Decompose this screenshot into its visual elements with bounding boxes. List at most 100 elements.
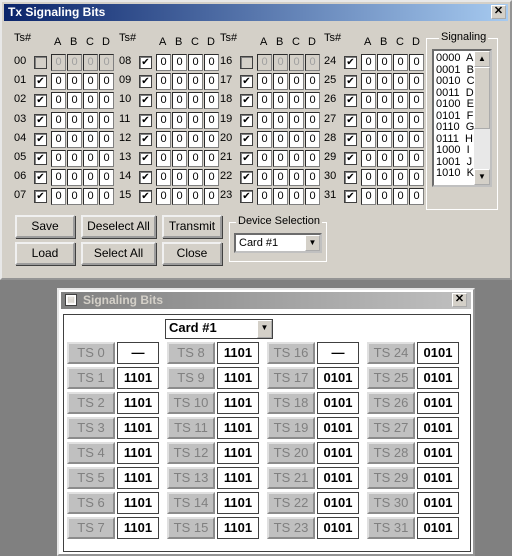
- bit-field[interactable]: 0: [204, 54, 219, 71]
- bit-field[interactable]: 0: [204, 111, 219, 129]
- bit-field[interactable]: 0: [51, 150, 66, 167]
- bit-field[interactable]: 0: [289, 92, 304, 110]
- timeslot-button[interactable]: TS 23: [267, 517, 315, 539]
- bit-field[interactable]: 0: [51, 111, 66, 129]
- bit-field[interactable]: 0: [257, 169, 272, 187]
- bit-field[interactable]: 0: [83, 169, 98, 187]
- bit-field[interactable]: 0: [305, 150, 320, 167]
- timeslot-button[interactable]: TS 14: [167, 492, 215, 514]
- bit-field[interactable]: 0: [409, 54, 424, 71]
- bit-field[interactable]: 0: [83, 73, 98, 91]
- timeslot-button[interactable]: TS 1: [67, 367, 115, 389]
- timeslot-button[interactable]: TS 11: [167, 417, 215, 439]
- bit-field[interactable]: 0: [204, 73, 219, 91]
- bit-field[interactable]: 0: [257, 54, 272, 71]
- device-select[interactable]: Card #1 ▼: [234, 233, 322, 253]
- timeslot-checkbox[interactable]: ✔: [34, 190, 47, 204]
- bit-field[interactable]: 0: [409, 111, 424, 129]
- signaling-scrollbar[interactable]: ▲ ▼: [474, 51, 490, 185]
- bit-field[interactable]: 0: [377, 150, 392, 167]
- timeslot-checkbox[interactable]: ✔: [139, 113, 152, 127]
- bit-field[interactable]: 0: [305, 54, 320, 71]
- bit-field[interactable]: 0: [51, 169, 66, 187]
- bit-field[interactable]: 0: [273, 188, 288, 206]
- bit-field[interactable]: 0: [393, 169, 408, 187]
- bit-field[interactable]: 0: [83, 188, 98, 206]
- timeslot-checkbox[interactable]: ✔: [344, 132, 357, 146]
- bit-field[interactable]: 0: [409, 188, 424, 206]
- timeslot-button[interactable]: TS 5: [67, 467, 115, 489]
- timeslot-button[interactable]: TS 18: [267, 392, 315, 414]
- bit-field[interactable]: 0: [99, 150, 114, 167]
- bit-field[interactable]: 0: [361, 150, 376, 167]
- bit-field[interactable]: 0: [409, 73, 424, 91]
- timeslot-button[interactable]: TS 17: [267, 367, 315, 389]
- bit-field[interactable]: 0: [257, 150, 272, 167]
- timeslot-button[interactable]: TS 30: [367, 492, 415, 514]
- timeslot-button[interactable]: TS 2: [67, 392, 115, 414]
- bit-field[interactable]: 0: [188, 188, 203, 206]
- timeslot-checkbox[interactable]: ✔: [34, 113, 47, 127]
- bit-field[interactable]: 0: [156, 92, 171, 110]
- timeslot-button[interactable]: TS 24: [367, 342, 415, 364]
- bit-field[interactable]: 0: [393, 188, 408, 206]
- bit-field[interactable]: 0: [172, 188, 187, 206]
- scroll-thumb[interactable]: [474, 67, 490, 129]
- bit-field[interactable]: 0: [273, 54, 288, 71]
- bit-field[interactable]: 0: [393, 73, 408, 91]
- close-icon[interactable]: ✕: [491, 5, 506, 19]
- bit-field[interactable]: 0: [273, 92, 288, 110]
- timeslot-button[interactable]: TS 15: [167, 517, 215, 539]
- bit-field[interactable]: 0: [393, 111, 408, 129]
- bit-field[interactable]: 0: [361, 169, 376, 187]
- bit-field[interactable]: 0: [273, 111, 288, 129]
- bit-field[interactable]: 0: [188, 150, 203, 167]
- bit-field[interactable]: 0: [99, 188, 114, 206]
- bit-field[interactable]: 0: [51, 92, 66, 110]
- bit-field[interactable]: 0: [257, 92, 272, 110]
- timeslot-button[interactable]: TS 0: [67, 342, 115, 364]
- bit-field[interactable]: 0: [289, 150, 304, 167]
- timeslot-checkbox[interactable]: ✔: [344, 152, 357, 165]
- timeslot-button[interactable]: TS 7: [67, 517, 115, 539]
- timeslot-checkbox[interactable]: ✔: [240, 75, 253, 89]
- bit-field[interactable]: 0: [305, 130, 320, 148]
- select-all-button[interactable]: Select All: [81, 242, 156, 265]
- timeslot-button[interactable]: TS 28: [367, 442, 415, 464]
- bit-field[interactable]: 0: [289, 130, 304, 148]
- transmit-button[interactable]: Transmit: [162, 215, 222, 238]
- bit-field[interactable]: 0: [361, 188, 376, 206]
- timeslot-checkbox[interactable]: ✔: [240, 94, 253, 108]
- bit-field[interactable]: 0: [172, 130, 187, 148]
- dropdown-arrow-icon[interactable]: ▼: [305, 235, 320, 251]
- bit-field[interactable]: 0: [305, 111, 320, 129]
- bit-field[interactable]: 0: [409, 130, 424, 148]
- timeslot-checkbox[interactable]: ✔: [34, 132, 47, 146]
- timeslot-checkbox[interactable]: ✔: [34, 94, 47, 108]
- close-button[interactable]: Close: [162, 242, 222, 265]
- timeslot-button[interactable]: TS 19: [267, 417, 315, 439]
- bit-field[interactable]: 0: [172, 111, 187, 129]
- bit-field[interactable]: 0: [99, 92, 114, 110]
- bit-field[interactable]: 0: [99, 73, 114, 91]
- bit-field[interactable]: 0: [188, 111, 203, 129]
- timeslot-button[interactable]: TS 3: [67, 417, 115, 439]
- bit-field[interactable]: 0: [99, 169, 114, 187]
- timeslot-button[interactable]: TS 12: [167, 442, 215, 464]
- bit-field[interactable]: 0: [377, 54, 392, 71]
- bit-field[interactable]: 0: [273, 73, 288, 91]
- bit-field[interactable]: 0: [67, 73, 82, 91]
- timeslot-button[interactable]: TS 10: [167, 392, 215, 414]
- bit-field[interactable]: 0: [99, 130, 114, 148]
- bit-field[interactable]: 0: [273, 150, 288, 167]
- bit-field[interactable]: 0: [204, 188, 219, 206]
- bit-field[interactable]: 0: [204, 130, 219, 148]
- bit-field[interactable]: 0: [83, 150, 98, 167]
- bit-field[interactable]: 0: [393, 150, 408, 167]
- timeslot-checkbox[interactable]: ✔: [139, 94, 152, 108]
- bit-field[interactable]: 0: [51, 54, 66, 71]
- bit-field[interactable]: 0: [377, 130, 392, 148]
- timeslot-button[interactable]: TS 4: [67, 442, 115, 464]
- bit-field[interactable]: 0: [377, 73, 392, 91]
- dropdown-arrow-icon[interactable]: ▼: [257, 320, 272, 338]
